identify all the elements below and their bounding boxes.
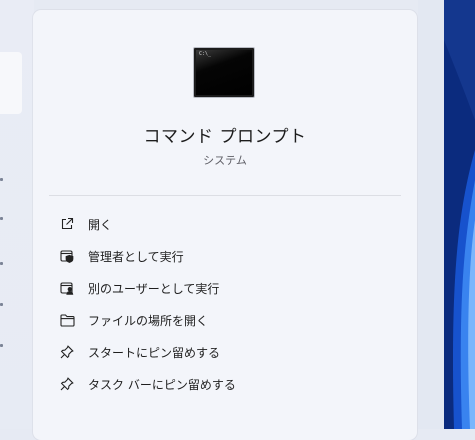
run-as-other-user-action[interactable]: 別のユーザーとして実行: [49, 272, 401, 304]
open-action-label: 開く: [88, 217, 113, 232]
background-left-pane: [0, 0, 34, 429]
command-prompt-icon: C:\_: [193, 47, 255, 98]
pin-icon: [59, 376, 75, 392]
run-as-other-user-icon: [59, 280, 75, 296]
open-file-location-label: ファイルの場所を開く: [88, 313, 209, 328]
run-as-admin-action[interactable]: 管理者として実行: [49, 240, 401, 272]
pin-to-taskbar-label: タスク バーにピン留めする: [88, 377, 236, 392]
search-result-tile[interactable]: [0, 52, 22, 114]
folder-icon: [59, 312, 75, 328]
pin-icon: [59, 344, 75, 360]
desktop-wallpaper: [444, 0, 475, 429]
background-gap: [418, 0, 444, 429]
pin-to-start-label: スタートにピン留めする: [88, 345, 221, 360]
pin-to-taskbar-action[interactable]: タスク バーにピン留めする: [49, 368, 401, 400]
list-marker: [0, 303, 3, 306]
app-subtitle: システム: [203, 154, 247, 167]
run-as-admin-icon: [59, 248, 75, 264]
open-external-icon: [59, 216, 75, 232]
divider: [49, 195, 401, 196]
pin-to-start-action[interactable]: スタートにピン留めする: [49, 336, 401, 368]
run-as-admin-label: 管理者として実行: [88, 249, 184, 264]
open-action[interactable]: 開く: [49, 208, 401, 240]
list-marker: [0, 217, 3, 220]
action-list: 開く 管理者として実行 別のユーザーとして実行 ファイルの場所を開く スタートに…: [49, 208, 401, 400]
list-marker: [0, 262, 3, 265]
open-file-location-action[interactable]: ファイルの場所を開く: [49, 304, 401, 336]
app-details-panel: C:\_ コマンド プロンプト システム 開く 管理者として実行 別のユーザーと…: [33, 10, 417, 440]
run-as-other-user-label: 別のユーザーとして実行: [88, 281, 220, 296]
app-title: コマンド プロンプト: [143, 127, 307, 147]
list-marker: [0, 344, 3, 347]
list-marker: [0, 178, 3, 181]
